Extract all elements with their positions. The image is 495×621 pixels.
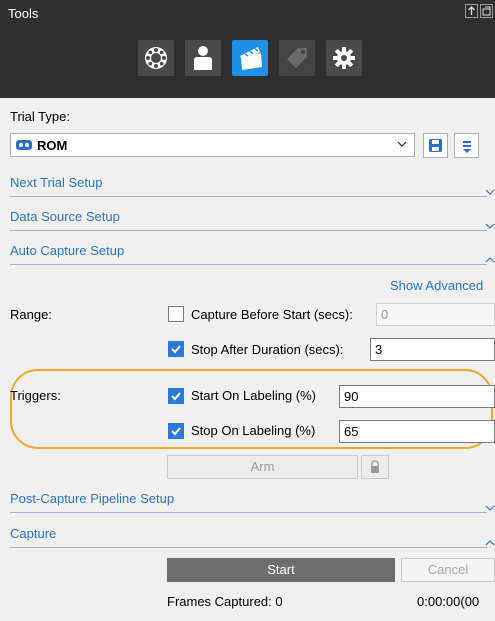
section-divider — [10, 264, 487, 265]
stop-after-duration-label: Stop After Duration (secs): — [191, 342, 344, 357]
triggers-label: Triggers: — [10, 388, 61, 403]
list-dropdown-icon — [462, 140, 471, 153]
start-on-labeling-checkbox[interactable] — [168, 388, 184, 404]
chevron-down-icon — [485, 187, 495, 199]
film-reel-icon[interactable] — [138, 40, 174, 76]
capture-before-start-input[interactable]: 0 — [376, 303, 495, 326]
checkmark-icon — [171, 345, 181, 354]
stop-after-duration-input[interactable]: 3 — [370, 338, 495, 361]
person-icon[interactable] — [185, 40, 221, 76]
start-on-labeling-input[interactable]: 90 — [339, 385, 495, 408]
chevron-up-icon — [485, 255, 495, 267]
panel-title: Tools — [8, 6, 39, 21]
section-data-source-setup[interactable]: Data Source Setup — [10, 209, 495, 233]
menu-button[interactable] — [454, 133, 479, 158]
lock-icon — [371, 460, 379, 473]
pin-icon[interactable] — [465, 4, 478, 18]
tool-tabs — [138, 40, 362, 76]
trial-type-select[interactable]: ROM — [10, 133, 415, 157]
trial-type-value: ROM — [37, 138, 68, 153]
section-label: Data Source Setup — [10, 209, 120, 224]
save-icon — [429, 139, 442, 152]
section-label: Post-Capture Pipeline Setup — [10, 491, 175, 506]
section-divider — [10, 512, 487, 513]
capture-before-start-checkbox[interactable] — [168, 306, 184, 322]
range-label: Range: — [10, 307, 52, 322]
stop-on-labeling-input[interactable]: 65 — [339, 420, 495, 443]
checkmark-icon — [171, 392, 181, 401]
stop-on-labeling-label: Stop On Labeling (%) — [191, 423, 316, 438]
window-buttons — [465, 4, 493, 18]
clapperboard-icon[interactable] — [232, 40, 268, 76]
section-divider — [10, 547, 487, 548]
capture-before-start-label: Capture Before Start (secs): — [191, 307, 353, 322]
cancel-button[interactable]: Cancel — [401, 558, 495, 582]
section-next-trial-setup[interactable]: Next Trial Setup — [10, 175, 495, 199]
lock-button[interactable] — [361, 455, 389, 479]
start-button[interactable]: Start — [167, 558, 395, 582]
section-capture[interactable]: Capture — [10, 526, 495, 550]
chevron-down-icon — [485, 503, 495, 515]
chevron-up-icon — [485, 538, 495, 550]
start-on-labeling-label: Start On Labeling (%) — [191, 388, 317, 403]
chevron-down-icon — [396, 138, 408, 153]
tools-header: Tools — [0, 0, 495, 98]
save-button[interactable] — [423, 133, 448, 158]
stop-after-duration-checkbox[interactable] — [168, 341, 184, 357]
checkmark-icon — [171, 427, 181, 436]
auto-capture-panel: Trial Type: ROM Next Trial Setup Data So… — [0, 98, 495, 621]
trial-type-label: Trial Type: — [10, 109, 70, 124]
timecode: 0:00:00(00 — [417, 594, 480, 609]
arm-button[interactable]: Arm — [167, 455, 358, 479]
section-divider — [10, 196, 487, 197]
stop-on-labeling-checkbox[interactable] — [168, 423, 184, 439]
tag-icon[interactable] — [279, 40, 315, 76]
undock-icon[interactable] — [480, 4, 493, 18]
section-post-capture-pipeline-setup[interactable]: Post-Capture Pipeline Setup — [10, 491, 495, 515]
section-label: Next Trial Setup — [10, 175, 103, 190]
rom-icon — [16, 139, 32, 154]
gear-icon[interactable] — [326, 40, 362, 76]
section-label: Capture — [10, 526, 57, 541]
show-advanced-link[interactable]: Show Advanced — [390, 278, 483, 293]
section-divider — [10, 230, 487, 231]
section-label: Auto Capture Setup — [10, 243, 125, 258]
chevron-down-icon — [485, 221, 495, 233]
section-auto-capture-setup[interactable]: Auto Capture Setup — [10, 243, 495, 267]
frames-captured: Frames Captured: 0 — [167, 594, 283, 609]
